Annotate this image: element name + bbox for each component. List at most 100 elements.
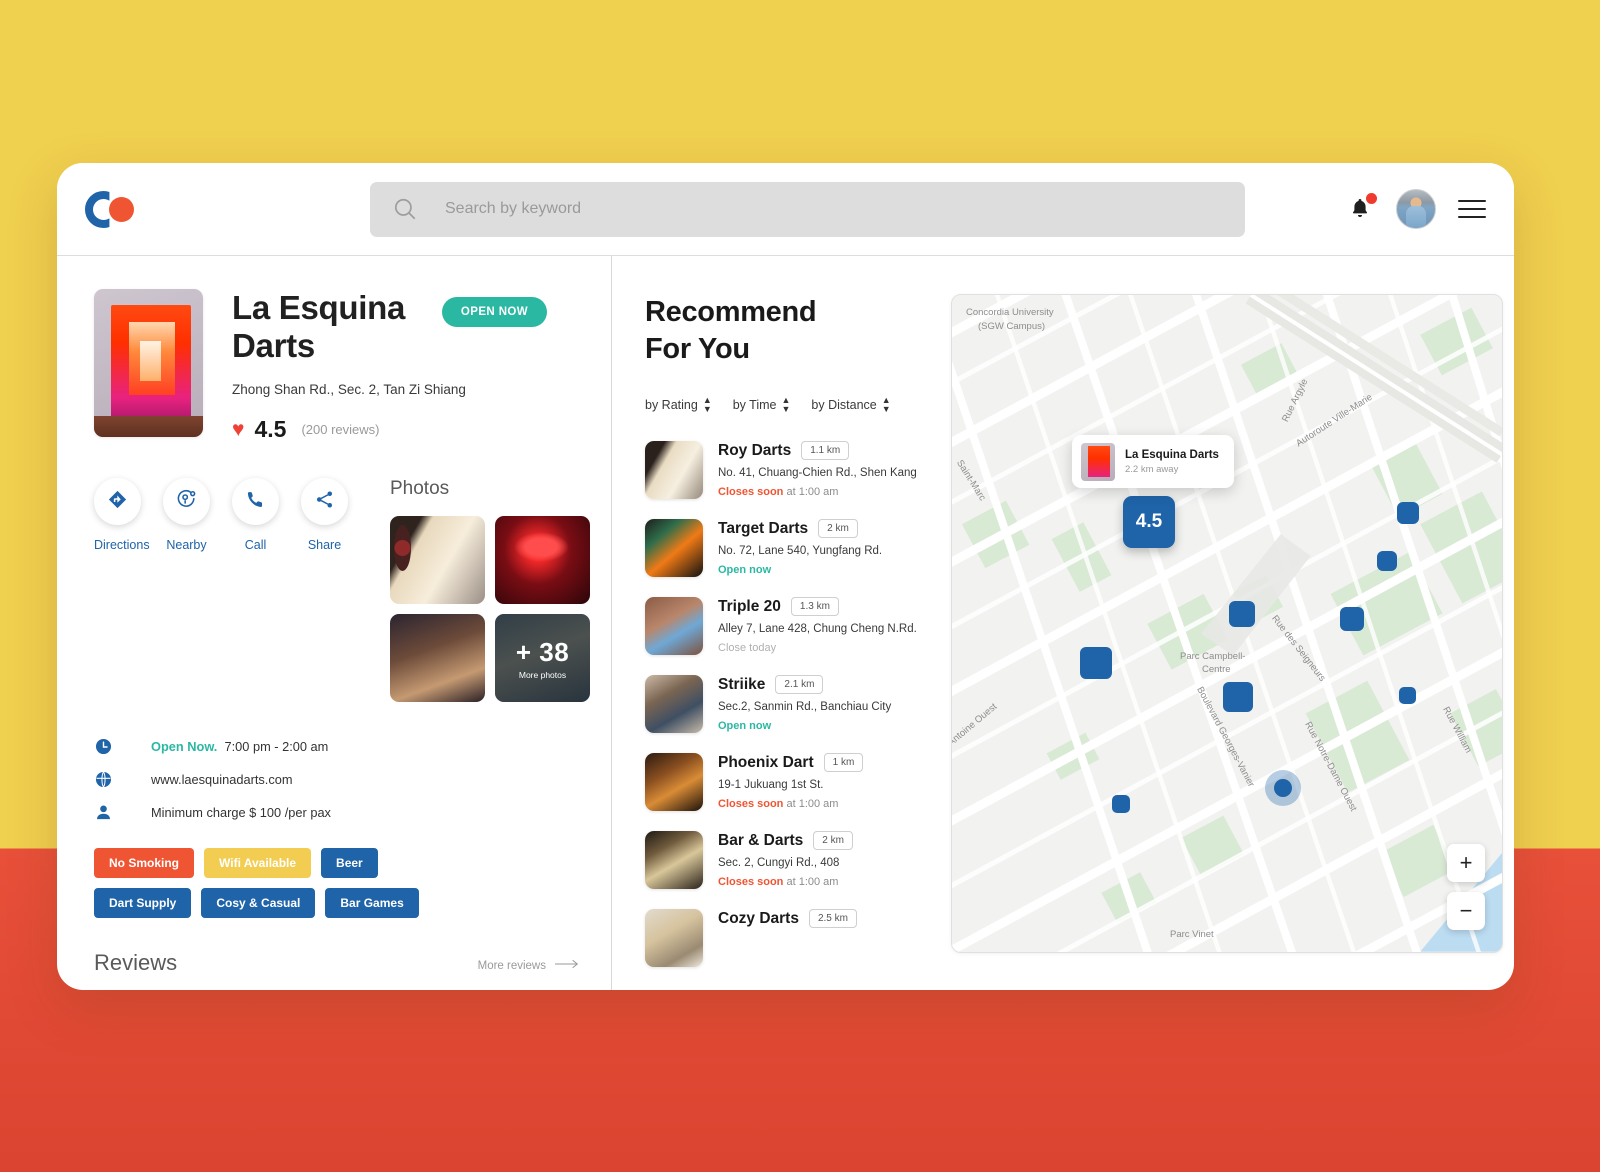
map-pin[interactable]: [1229, 601, 1255, 627]
map-roads: [952, 295, 1502, 952]
map-pin[interactable]: [1223, 682, 1253, 712]
list-item-thumbnail: [645, 597, 703, 655]
logo-dot-shape: [109, 197, 134, 222]
status-extra: at 1:00 am: [786, 486, 839, 498]
callout-distance: 2.2 km away: [1125, 463, 1179, 475]
zoom-in-button[interactable]: +: [1447, 844, 1485, 882]
more-photos-label: More photos: [518, 669, 567, 680]
list-item-distance: 1.3 km: [790, 597, 839, 616]
user-avatar[interactable]: [1396, 189, 1436, 229]
list-item[interactable]: Roy Darts 1.1 km No. 41, Chuang-Chien Rd…: [645, 441, 927, 499]
list-item[interactable]: Bar & Darts 2 km Sec. 2, Cungyi Rd., 408…: [645, 831, 927, 889]
recommend-title-line2: For You: [645, 333, 750, 365]
more-reviews-link[interactable]: More reviews: [478, 959, 581, 976]
list-item-thumbnail: [645, 753, 703, 811]
tag-chip[interactable]: Dart Supply: [94, 888, 192, 918]
list-item-status: Closes soon at 1:00 am: [718, 486, 927, 498]
map-main-pin[interactable]: 4.5: [1123, 496, 1175, 548]
list-item-status: Open now: [718, 720, 927, 732]
nearby-icon: [176, 488, 198, 515]
search-bar[interactable]: [370, 181, 1245, 237]
recommend-list: Roy Darts 1.1 km No. 41, Chuang-Chien Rd…: [645, 441, 927, 967]
chevron-updown-icon: ▲ ▼: [702, 395, 712, 414]
tag-chip[interactable]: Cosy & Casual: [201, 888, 316, 918]
list-item-distance: 2.1 km: [775, 675, 824, 694]
list-item-distance: 2 km: [818, 519, 858, 538]
more-reviews-label: More reviews: [477, 959, 546, 972]
reviews-header: Reviews More reviews: [94, 950, 581, 976]
map-callout-card[interactable]: La Esquina Darts 2.2 km away: [1072, 435, 1234, 488]
tag-chip[interactable]: Beer: [321, 848, 378, 878]
status-extra: at 1:00 am: [786, 798, 839, 810]
photo-thumbnail[interactable]: [390, 516, 485, 604]
callout-thumbnail: [1081, 442, 1115, 481]
recommend-and-map-pane: Recommend For You by Rating ▲ ▼ by Time ▲…: [612, 256, 1514, 990]
list-item-address: Sec.2, Sanmin Rd., Banchiau City: [718, 701, 892, 713]
phone-icon: [245, 489, 266, 515]
chevron-updown-icon: ▲ ▼: [881, 395, 891, 414]
list-item-address: No. 72, Lane 540, Yungfang Rd.: [718, 545, 883, 557]
tag-chip[interactable]: Bar Games: [325, 888, 419, 918]
list-item[interactable]: Striike 2.1 km Sec.2, Sanmin Rd., Banchi…: [645, 675, 927, 733]
photo-thumbnail[interactable]: [390, 614, 485, 702]
zoom-out-button[interactable]: −: [1447, 892, 1485, 930]
list-item[interactable]: Triple 20 1.3 km Alley 7, Lane 428, Chun…: [645, 597, 927, 655]
callout-name: La Esquina Darts: [1125, 448, 1219, 461]
list-item[interactable]: Phoenix Dart 1 km 19-1 Jukuang 1st St. C…: [645, 753, 927, 811]
list-item-distance: 2.5 km: [808, 909, 857, 928]
venue-cover-photo[interactable]: [94, 289, 203, 437]
recommend-column: Recommend For You by Rating ▲ ▼ by Time ▲…: [645, 294, 937, 990]
sort-label: by Rating: [645, 398, 698, 412]
action-call[interactable]: Call: [232, 478, 279, 702]
list-item-thumbnail: [645, 675, 703, 733]
action-label: Nearby: [166, 538, 207, 552]
list-item-thumbnail: [645, 441, 703, 499]
menu-icon[interactable]: [1458, 194, 1486, 224]
app-window: La Esquina Darts OPEN NOW Zhong Shan Rd.…: [57, 163, 1514, 990]
list-item-distance: 1 km: [823, 753, 864, 772]
open-now-label: Open Now.: [151, 739, 218, 754]
info-row-hours: Open Now. 7:00 pm - 2:00 am: [94, 730, 611, 763]
action-nearby[interactable]: Nearby: [163, 478, 210, 702]
list-item-status: Closes soon at 1:00 am: [718, 798, 927, 810]
action-directions[interactable]: Directions: [94, 478, 150, 702]
more-photos-count: + 38: [515, 636, 570, 667]
app-header: [57, 163, 1514, 256]
map-pin[interactable]: [1399, 687, 1416, 704]
list-item-thumbnail: [645, 831, 703, 889]
sort-controls: by Rating ▲ ▼ by Time ▲ ▼ by Distance ▲ ▼: [645, 396, 927, 414]
map-canvas[interactable]: Concordia University (SGW Campus) Saint-…: [951, 294, 1503, 953]
arrow-right-icon: [555, 959, 581, 972]
sort-by-distance[interactable]: by Distance ▲ ▼: [811, 396, 890, 414]
status-text: Closes soon: [718, 486, 784, 498]
list-item-name: Cozy Darts: [718, 909, 799, 927]
status-text: Close today: [718, 642, 777, 654]
status-text: Closes soon: [718, 876, 784, 888]
map-pin[interactable]: [1112, 795, 1130, 813]
action-share[interactable]: Share: [301, 478, 348, 702]
website-link[interactable]: www.laesquinadarts.com: [151, 772, 293, 787]
sort-by-rating[interactable]: by Rating ▲ ▼: [645, 396, 712, 414]
notifications-button[interactable]: [1348, 193, 1377, 223]
map-pin[interactable]: [1397, 502, 1419, 524]
list-item-status: Open now: [718, 564, 927, 576]
list-item[interactable]: Cozy Darts 2.5 km: [645, 909, 927, 967]
photo-thumbnail[interactable]: [495, 516, 590, 604]
photos-title: Photos: [390, 478, 450, 499]
list-item[interactable]: Target Darts 2 km No. 72, Lane 540, Yung…: [645, 519, 927, 577]
brand-logo[interactable]: [85, 187, 137, 231]
map-current-location-pin[interactable]: [1265, 770, 1301, 806]
map-pin[interactable]: [1340, 607, 1364, 631]
map-pin[interactable]: [1377, 551, 1397, 571]
sort-by-time[interactable]: by Time ▲ ▼: [733, 396, 791, 414]
list-item-address: Alley 7, Lane 428, Chung Cheng N.Rd.: [718, 623, 917, 635]
tag-chip[interactable]: Wifi Available: [204, 848, 312, 878]
search-input[interactable]: [445, 200, 1223, 218]
tag-chip[interactable]: No Smoking: [94, 848, 195, 878]
more-photos-tile[interactable]: + 38 More photos: [495, 614, 590, 702]
info-row-website[interactable]: www.laesquinadarts.com: [94, 763, 611, 796]
search-icon: [392, 196, 418, 222]
status-badge[interactable]: OPEN NOW: [441, 297, 547, 327]
map-pin[interactable]: [1080, 647, 1112, 679]
action-label: Directions: [94, 538, 150, 552]
